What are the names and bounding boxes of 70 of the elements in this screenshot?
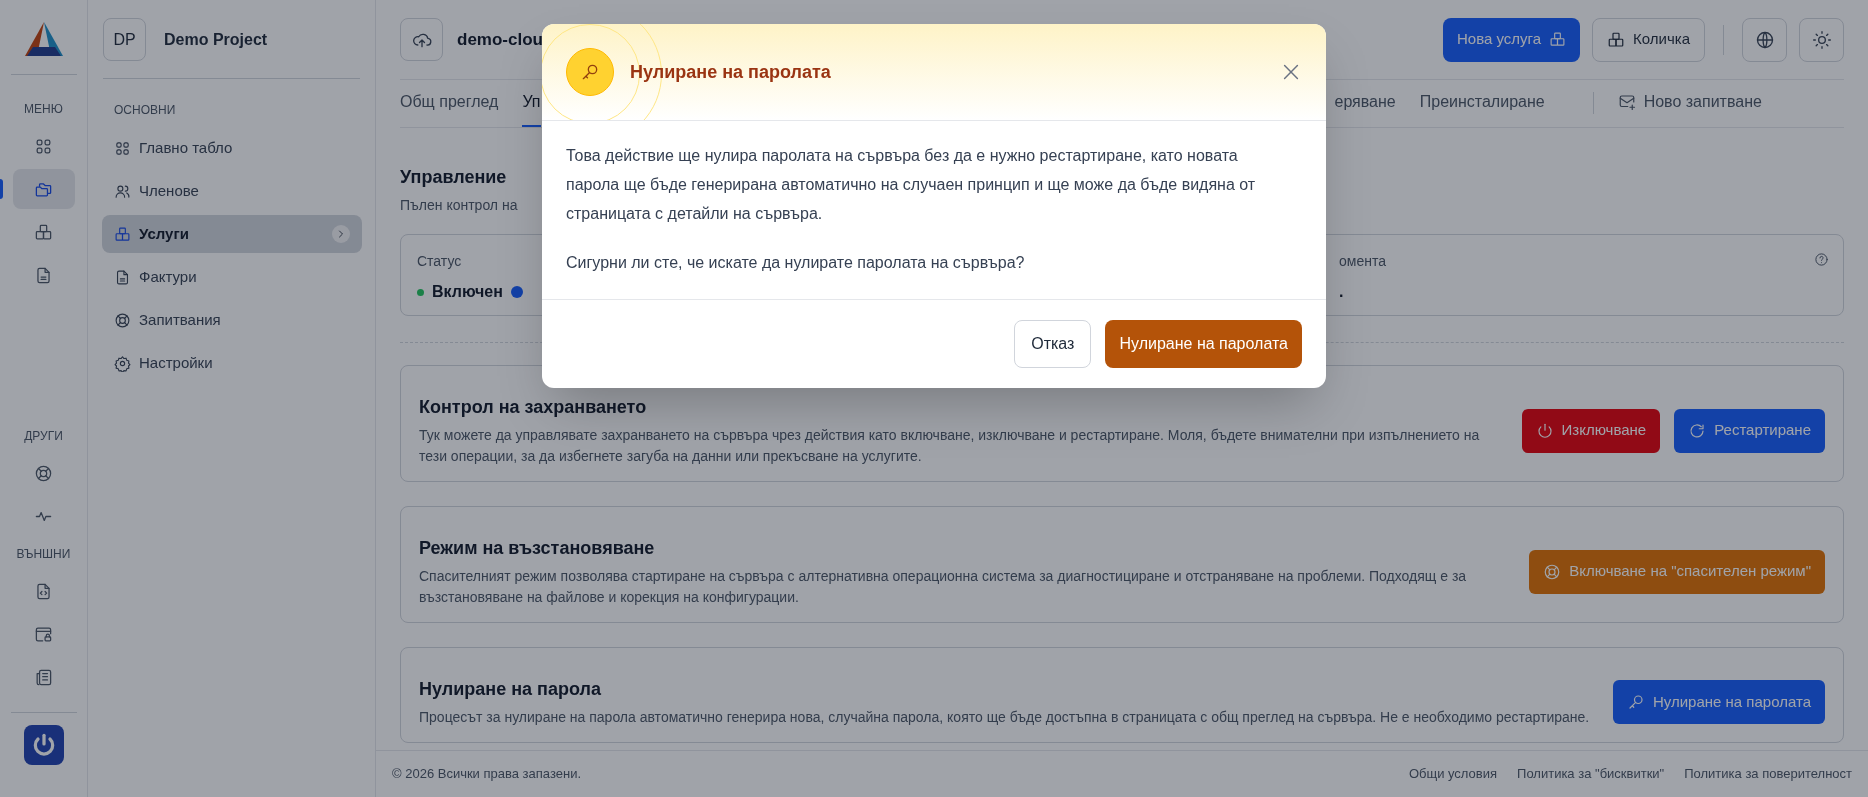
key-icon bbox=[580, 62, 600, 82]
rail-nav-button[interactable] bbox=[12, 169, 75, 209]
lifebuoy-icon bbox=[1543, 562, 1562, 581]
section-subtitle: Пълен контрол на bbox=[400, 196, 518, 215]
modal-title: Нулиране на паролата bbox=[630, 60, 831, 84]
document-icon bbox=[114, 268, 131, 286]
sidebar-item[interactable]: Запитвания bbox=[102, 301, 362, 339]
active-indicator bbox=[0, 179, 3, 199]
section-label: ОСНОВНИ bbox=[113, 102, 177, 119]
rail-section-label: ДРУГИ bbox=[24, 428, 63, 445]
theme-toggle-button[interactable] bbox=[1799, 17, 1844, 62]
confirm-button[interactable]: Нулиране на паролата bbox=[1105, 320, 1302, 368]
power-icon bbox=[1535, 421, 1554, 440]
language-button[interactable] bbox=[1742, 17, 1787, 62]
action-button[interactable]: Нулиране на паролата bbox=[1612, 680, 1825, 724]
card-title: Контрол на захранването bbox=[419, 396, 648, 419]
sidebar-item[interactable]: Настройки bbox=[102, 344, 362, 382]
footer-link[interactable]: Общи условия bbox=[1408, 764, 1498, 784]
lifebuoy-icon bbox=[114, 311, 131, 329]
code-file-icon bbox=[34, 581, 53, 601]
document-icon bbox=[34, 265, 53, 285]
boxes-icon bbox=[114, 225, 131, 243]
lifebuoy-icon bbox=[34, 463, 53, 483]
sidebar-item[interactable]: Фактури bbox=[102, 258, 362, 296]
modal-text: Сигурни ли сте, че искате да нулирате паролата на сървъра? bbox=[566, 253, 1026, 273]
newspaper-icon bbox=[34, 667, 53, 687]
card-title: Режим на възстановяване bbox=[419, 537, 656, 560]
stat-label: омента bbox=[1339, 252, 1386, 271]
tab[interactable]: Ново запитване bbox=[1617, 79, 1762, 127]
sun-icon bbox=[1811, 29, 1832, 50]
header-button[interactable]: Нова услуга bbox=[1443, 17, 1581, 62]
rail-section-label: МЕНЮ bbox=[24, 101, 63, 118]
stat-value: . bbox=[1339, 282, 1344, 302]
footer-link[interactable]: Политика за поверителност bbox=[1684, 764, 1852, 784]
sidebar-item[interactable]: Главно табло bbox=[102, 129, 362, 167]
mail-plus-icon bbox=[1617, 93, 1636, 111]
boxes-icon bbox=[34, 222, 53, 242]
cancel-button[interactable]: Отказ bbox=[1014, 320, 1092, 368]
section-title: Управление bbox=[400, 166, 507, 189]
card-description: Тук можете да управлявате захранването на сървъра чрез действия като включване, изключване и рестартиране. Моля, бъдете внимателни при изпълнението на тези операции, за да избегнете загуба на данни или прекъсване на услугите. bbox=[419, 426, 1481, 466]
modal-text: Това действие ще нулира паролата на сървъра без да е нужно рестартиране, като новата парола ще бъде генерирана автоматично на случаен принцип и ще може да бъде видяна от страницата с детайли на сървъра. bbox=[566, 146, 1257, 224]
logo-icon bbox=[22, 20, 65, 58]
tab[interactable]: Уп bbox=[522, 79, 541, 127]
help-icon bbox=[1814, 252, 1829, 267]
sidebar-item[interactable]: Услуги bbox=[102, 215, 362, 253]
upload-cloud-button[interactable] bbox=[400, 18, 443, 61]
card-description: Спасителният режим позволява стартиране на сървъра с алтернативна операционна система за диагностициране и отстраняване на проблеми. Подходящ е за възстановяване на файлове и корекция на конфигурации. bbox=[419, 567, 1468, 607]
project-avatar: DP bbox=[103, 18, 146, 61]
sidebar-item[interactable]: Членове bbox=[102, 172, 362, 210]
action-button[interactable]: Рестартиране bbox=[1674, 408, 1825, 453]
action-button[interactable]: Включване на "спасителен режим" bbox=[1529, 549, 1825, 594]
tab[interactable]: Общ преглед bbox=[400, 79, 499, 127]
server-name: demo-clou bbox=[457, 28, 543, 51]
refresh-icon bbox=[1688, 421, 1707, 440]
stat-label: Статус bbox=[417, 252, 462, 271]
stat-value: Включен bbox=[432, 282, 503, 302]
globe-icon bbox=[1754, 29, 1775, 50]
settings-icon bbox=[114, 354, 131, 372]
header-button[interactable]: Количка bbox=[1592, 17, 1705, 62]
grid-icon bbox=[114, 139, 131, 157]
footer-link[interactable]: Политика за "бисквитки" bbox=[1517, 764, 1665, 784]
rail-section-label: ВЪНШНИ bbox=[16, 546, 71, 563]
copyright-text: © 2026 Всички права запазени. bbox=[392, 765, 581, 784]
card-title: Нулиране на парола bbox=[419, 678, 602, 701]
project-name: Demo Project bbox=[164, 29, 268, 50]
tab[interactable]: Преинсталиране bbox=[1419, 79, 1545, 127]
power-app-button[interactable] bbox=[23, 725, 64, 765]
action-button[interactable]: Изключване bbox=[1521, 408, 1661, 453]
tab[interactable]: еряване bbox=[1334, 79, 1396, 127]
card-description: Процесът за нулиране на парола автоматично генерира нова, случайна парола, която ще бъде достъпна в страницата с общ преглед на сървъра. Не е необходимо рестартиране. bbox=[419, 708, 1591, 727]
